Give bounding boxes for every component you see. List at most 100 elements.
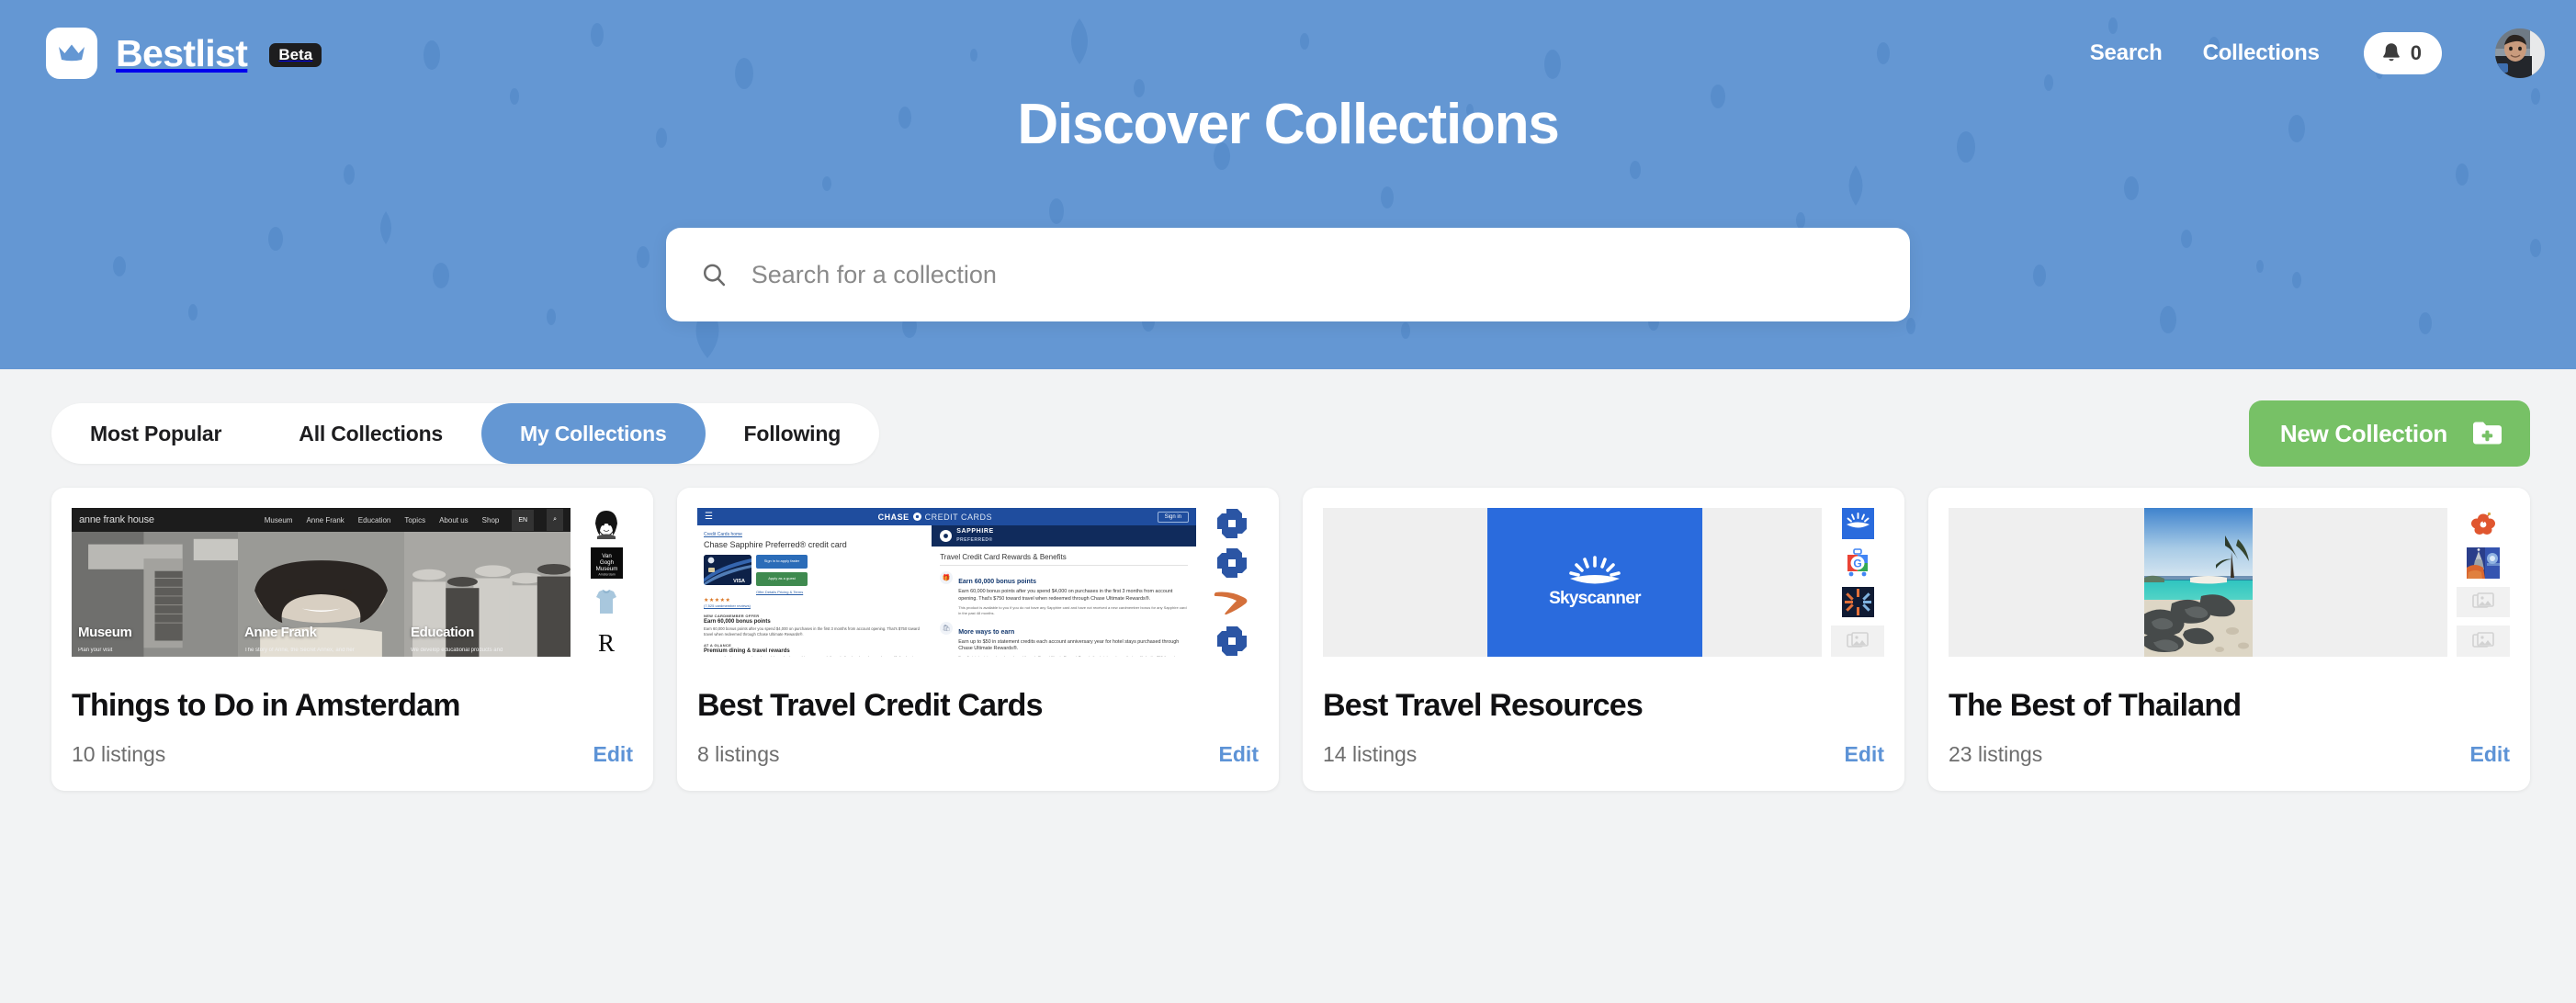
chase-heading: Chase Sapphire Preferred® credit card bbox=[704, 540, 847, 549]
sapphire-card-art: VISA bbox=[704, 555, 751, 586]
nav-right-group: Search Collections 0 bbox=[2090, 28, 2545, 78]
image-placeholder-icon[interactable] bbox=[2457, 625, 2510, 657]
card-edit-link[interactable]: Edit bbox=[593, 742, 633, 767]
bell-icon bbox=[2382, 43, 2400, 62]
kayak-sunburst-thumb[interactable] bbox=[1831, 586, 1884, 618]
svg-text:Gogh: Gogh bbox=[599, 559, 614, 566]
chase-glance-section: AT A GLANCE Premium dining & travel rewa… bbox=[704, 643, 925, 657]
rijksmuseum-shirt-thumb[interactable] bbox=[580, 586, 633, 618]
chase-sapphire-header: SAPPHIRE PREFERRED® bbox=[932, 525, 1196, 547]
afh-pane-museum: Museum Plan your visit bbox=[72, 532, 238, 657]
afh-menu-item: Shop bbox=[481, 515, 500, 524]
chase-benefit-title: More ways to earn bbox=[958, 628, 1015, 636]
card-preview-image: ☰ CHASE CREDIT CARDS Sign in Credit Card… bbox=[697, 508, 1196, 657]
tab-all-collections[interactable]: All Collections bbox=[260, 403, 481, 464]
gift-icon: 🎁 bbox=[940, 571, 954, 584]
chase-octagon-thumb[interactable] bbox=[1205, 625, 1259, 657]
collection-filter-tabs: Most Popular All Collections My Collecti… bbox=[51, 403, 880, 464]
thailand-right-gutter bbox=[2252, 508, 2447, 657]
card-footer: 14 listings Edit bbox=[1323, 742, 1884, 767]
van-gogh-museum-glyph: Van Gogh Museum Amsterdam bbox=[590, 547, 623, 579]
image-placeholder-icon[interactable] bbox=[2457, 586, 2510, 618]
svg-text:Van: Van bbox=[602, 553, 612, 559]
chase-cta-buttons: Sign in to apply faster Apply as a guest… bbox=[756, 555, 808, 594]
chase-octagon-glyph bbox=[1217, 508, 1247, 538]
collection-card[interactable]: Skyscanner G Best Travel Resources 14 li… bbox=[1303, 488, 1904, 791]
chase-card-row: VISA Sign in to apply faster Apply as a … bbox=[704, 555, 925, 594]
chase-octagon-thumb[interactable] bbox=[1205, 547, 1259, 579]
top-navigation-bar: Bestlist Beta Search Collections 0 bbox=[0, 0, 2576, 107]
svg-text:Amsterdam: Amsterdam bbox=[598, 573, 615, 577]
afh-pane-sub: The story of Anne, the Secret Annex, and… bbox=[244, 648, 355, 653]
anne-frank-portrait-thumb[interactable] bbox=[580, 508, 633, 539]
letter-r-glyph: R bbox=[591, 625, 622, 657]
card-title: Best Travel Credit Cards bbox=[697, 688, 1044, 723]
tab-following[interactable]: Following bbox=[706, 403, 880, 464]
chase-offer-links: Offer Details Pricing & Terms bbox=[756, 590, 804, 595]
notifications-button[interactable]: 0 bbox=[2363, 32, 2442, 74]
nav-link-search[interactable]: Search bbox=[2090, 40, 2163, 66]
google-travel-suitcase-thumb[interactable]: G bbox=[1831, 547, 1884, 579]
chase-breadcrumb: Credit Cards home bbox=[704, 532, 742, 537]
skyscanner-right-gutter bbox=[1701, 508, 1822, 657]
new-collection-button[interactable]: New Collection bbox=[2248, 400, 2530, 467]
chase-left-column: Credit Cards home Chase Sapphire Preferr… bbox=[697, 525, 932, 657]
user-avatar-image bbox=[2495, 28, 2545, 78]
card-title: The Best of Thailand bbox=[1949, 688, 2242, 723]
chase-offer-section: NEW CARDMEMBER OFFER Earn 60,000 bonus p… bbox=[704, 614, 925, 637]
thailand-photo bbox=[2143, 508, 2253, 657]
letter-r-thumb[interactable]: R bbox=[580, 625, 633, 657]
van-gogh-museum-thumb[interactable]: Van Gogh Museum Amsterdam bbox=[580, 547, 633, 579]
temple-night-photo-glyph bbox=[2467, 547, 2500, 579]
skyscanner-sunburst-icon bbox=[1569, 556, 1621, 584]
image-placeholder-icon[interactable] bbox=[1831, 625, 1884, 657]
afh-menu-item: Education bbox=[357, 515, 391, 524]
nav-link-collections[interactable]: Collections bbox=[2203, 40, 2320, 66]
afh-pane-label: Anne Frank bbox=[244, 625, 317, 640]
collection-card[interactable]: The Best of Thailand 23 listings Edit bbox=[1928, 488, 2530, 791]
chase-octagon-thumb[interactable] bbox=[1205, 508, 1259, 539]
chase-benefit-fineprint: Earn 5x total points on travel purchased… bbox=[958, 655, 1188, 657]
orange-chevron-thumb[interactable] bbox=[1205, 587, 1259, 618]
card-edit-link[interactable]: Edit bbox=[1219, 742, 1259, 767]
card-edit-link[interactable]: Edit bbox=[1845, 742, 1884, 767]
kayak-sunburst-glyph bbox=[1841, 586, 1874, 618]
hibiscus-flower-thumb[interactable] bbox=[2457, 508, 2510, 539]
avatar[interactable] bbox=[2495, 28, 2545, 78]
chase-benefit-item: 🛍 More ways to earn Earn up to $50 in st… bbox=[940, 621, 1188, 657]
brand-name: Bestlist bbox=[116, 31, 248, 74]
card-listing-count: 14 listings bbox=[1323, 742, 1418, 766]
tab-most-popular[interactable]: Most Popular bbox=[51, 403, 260, 464]
chase-glance-kicker: AT A GLANCE bbox=[704, 643, 732, 648]
crown-icon-glyph bbox=[59, 44, 85, 62]
chase-benefit-text: Earn 60,000 bonus points after you spend… bbox=[958, 589, 1173, 602]
skyscanner-icon-thumb[interactable] bbox=[1831, 508, 1884, 539]
hibiscus-flower-glyph bbox=[2471, 512, 2495, 535]
beta-badge: Beta bbox=[269, 43, 322, 67]
brand-home-link[interactable]: Bestlist Beta bbox=[46, 28, 322, 79]
afh-menu-item: Topics bbox=[404, 515, 426, 524]
google-travel-suitcase-glyph: G bbox=[1842, 547, 1873, 579]
skyscanner-screenshot: Skyscanner bbox=[1323, 508, 1822, 657]
chase-right-column: SAPPHIRE PREFERRED® Travel Credit Card R… bbox=[932, 525, 1196, 657]
card-media: ☰ CHASE CREDIT CARDS Sign in Credit Card… bbox=[697, 508, 1259, 657]
folder-plus-icon-glyph bbox=[2473, 422, 2502, 444]
card-thumbnail-strip bbox=[2457, 508, 2510, 657]
card-preview-image: Skyscanner bbox=[1323, 508, 1822, 657]
folder-plus-icon bbox=[2471, 420, 2503, 448]
card-edit-link[interactable]: Edit bbox=[2470, 742, 2510, 767]
svg-text:Museum: Museum bbox=[595, 566, 617, 572]
thailand-left-gutter bbox=[1949, 508, 2144, 657]
search-input[interactable] bbox=[751, 260, 1875, 289]
collection-card[interactable]: ☰ CHASE CREDIT CARDS Sign in Credit Card… bbox=[677, 488, 1279, 791]
card-listing-count: 10 listings bbox=[72, 742, 166, 766]
chase-octagon-glyph bbox=[1217, 626, 1247, 657]
tab-my-collections[interactable]: My Collections bbox=[481, 403, 706, 464]
card-footer: 23 listings Edit bbox=[1949, 742, 2510, 767]
search-bar[interactable] bbox=[666, 228, 1910, 321]
afh-menu-item: Anne Frank bbox=[306, 515, 345, 524]
collection-card[interactable]: anne frank house Museum Anne Frank Educa… bbox=[51, 488, 653, 791]
chase-benefit-item: 🎁 Earn 60,000 bonus points Earn 60,000 b… bbox=[940, 571, 1188, 616]
temple-night-photo-thumb[interactable] bbox=[2457, 547, 2510, 579]
chase-signin-button: Sign in bbox=[1157, 511, 1189, 523]
